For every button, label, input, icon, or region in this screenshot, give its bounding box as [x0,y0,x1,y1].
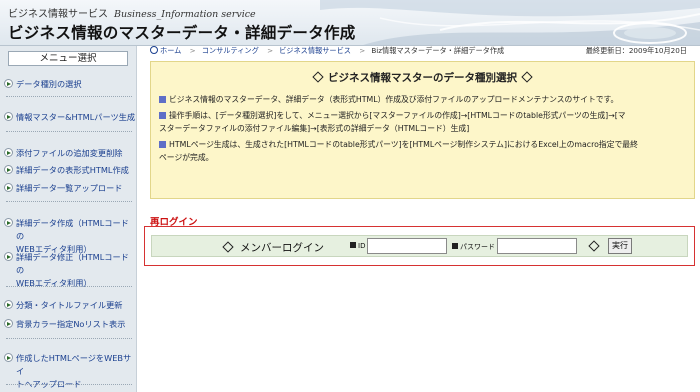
header-wave-graphic [320,0,700,45]
menu-divider [6,384,132,385]
sidebar-item-bg-color-list[interactable]: 背景カラー指定Noリスト表示 [0,318,137,331]
menu-heading: メニュー選択 [8,51,128,66]
sidebar-item-master-html-parts[interactable]: 情報マスター&HTMLパーツ生成 [0,111,137,124]
menu-divider [6,131,132,132]
diamond-icon [521,71,533,83]
info-text-line2: ページが完成。 [159,152,214,162]
sidebar-item-label: 添付ファイルの追加変更削除 [16,148,123,158]
sidebar-item-label-line1: 作成したHTMLページをWEBサイ [16,353,132,376]
bullet-square-icon [350,242,356,248]
info-text-line2: スターデータファイルの添付ファイル編集]→[表形式の詳細データ（HTMLコード）… [159,123,470,133]
password-label-text: パスワード [460,243,495,251]
arrow-circle-icon [4,112,13,121]
arrow-circle-icon [4,353,13,362]
info-title-text: ビジネス情報マスターのデータ種別選択 [328,72,517,84]
diamond-icon [312,71,324,83]
sidebar-item-detail-edit-web-editor[interactable]: 詳細データ修正（HTMLコードの WEBエディタ利用） [0,251,137,290]
id-input[interactable] [367,238,447,254]
menu-divider [6,286,132,287]
breadcrumb-home[interactable]: ホーム [160,46,181,55]
diamond-icon [222,241,234,253]
last-updated: 最終更新日：2009年10月20日 [585,46,687,55]
sidebar-item-label: 分類・タイトルファイル更新 [16,300,123,310]
bullet-square-icon [159,112,166,119]
member-login-label: メンバーログイン [222,240,324,255]
sidebar-item-attachment-edit[interactable]: 添付ファイルの追加変更削除 [0,147,137,160]
login-panel: メンバーログイン ID パスワード 実行 [144,226,695,266]
menu-divider [6,338,132,339]
info-paragraph-1: ビジネス情報のマスターデータ、詳細データ（表形式HTML）作成及び添付ファイルの… [159,94,689,107]
info-text-line1: 操作手順は、[データ種別選択]をして、メニュー選択から[マスターファイルの作成]… [169,111,626,120]
info-paragraph-2: 操作手順は、[データ種別選択]をして、メニュー選択から[マスターファイルの作成]… [159,110,689,135]
breadcrumb-separator-icon: > [359,46,366,55]
sidebar-item-label: 背景カラー指定Noリスト表示 [16,319,126,329]
service-name-en: Business_Information service [114,9,256,20]
info-paragraph-3: HTMLページ生成は、生成された[HTMLコードのtable形式パーツ]を[HT… [159,139,689,164]
arrow-circle-icon [4,79,13,88]
sidebar-item-data-type-select[interactable]: データ種別の選択 [0,78,137,91]
info-title: ビジネス情報マスターのデータ種別選択 [151,70,694,85]
page-title: ビジネス情報のマスターデータ・詳細データ作成 [8,24,356,42]
bullet-square-icon [159,96,166,103]
sidebar-item-label: データ種別の選択 [16,79,82,89]
breadcrumb-separator-icon: > [189,46,196,55]
menu-divider [6,96,132,97]
member-login-text: メンバーログイン [240,242,324,254]
breadcrumb-consulting[interactable]: コンサルティング [202,46,259,55]
diamond-icon [588,240,600,252]
bullet-square-icon [452,243,458,249]
password-label: パスワード [452,242,495,252]
id-label-text: ID [358,242,366,250]
arrow-circle-icon [4,300,13,309]
home-icon [150,46,158,54]
arrow-circle-icon [4,148,13,157]
arrow-circle-icon [4,165,13,174]
info-text: ビジネス情報のマスターデータ、詳細データ（表形式HTML）作成及び添付ファイルの… [169,95,619,104]
login-bar: メンバーログイン ID パスワード 実行 [151,235,688,257]
arrow-circle-icon [4,183,13,192]
password-input[interactable] [497,238,577,254]
id-label: ID [350,242,365,250]
sidebar-item-label: 詳細データ一覧アップロード [16,183,123,193]
info-panel: ビジネス情報マスターのデータ種別選択 ビジネス情報のマスターデータ、詳細データ（… [150,61,695,199]
arrow-circle-icon [4,218,13,227]
site-header: ビジネス情報サービス Business_Information service ビ… [0,0,700,46]
sidebar-item-label: 情報マスター&HTMLパーツ生成 [16,112,136,122]
sidebar-item-label: 詳細データの表形式HTML作成 [16,165,129,175]
bullet-square-icon [159,141,166,148]
sidebar-item-upload-html-to-site[interactable]: 作成したHTMLページをWEBサイ トへアップロード [0,352,137,391]
breadcrumb: ホーム > コンサルティング > ビジネス情報サービス > Biz情報マスターデータ・… [150,46,695,58]
login-submit-button[interactable]: 実行 [608,238,632,254]
breadcrumb-current: Biz情報マスターデータ・詳細データ作成 [371,46,505,55]
sidebar-item-detail-list-upload[interactable]: 詳細データ一覧アップロード [0,182,137,195]
sidebar-item-category-title-update[interactable]: 分類・タイトルファイル更新 [0,299,137,312]
breadcrumb-separator-icon: > [267,46,274,55]
breadcrumb-business-info[interactable]: ビジネス情報サービス [279,46,351,55]
sidebar-menu: メニュー選択 データ種別の選択 情報マスター&HTMLパーツ生成 添付ファイルの… [0,46,137,392]
sidebar-item-detail-table-html[interactable]: 詳細データの表形式HTML作成 [0,164,137,177]
service-name-jp: ビジネス情報サービス [8,9,108,20]
menu-divider [6,201,132,202]
service-name: ビジネス情報サービス Business_Information service [8,5,256,20]
arrow-circle-icon [4,319,13,328]
arrow-circle-icon [4,252,13,261]
sidebar-item-label-line1: 詳細データ修正（HTMLコードの [16,252,129,275]
sidebar-item-label-line1: 詳細データ作成（HTMLコードの [16,218,129,241]
info-text-line1: HTMLページ生成は、生成された[HTMLコードのtable形式パーツ]を[HT… [169,140,638,149]
